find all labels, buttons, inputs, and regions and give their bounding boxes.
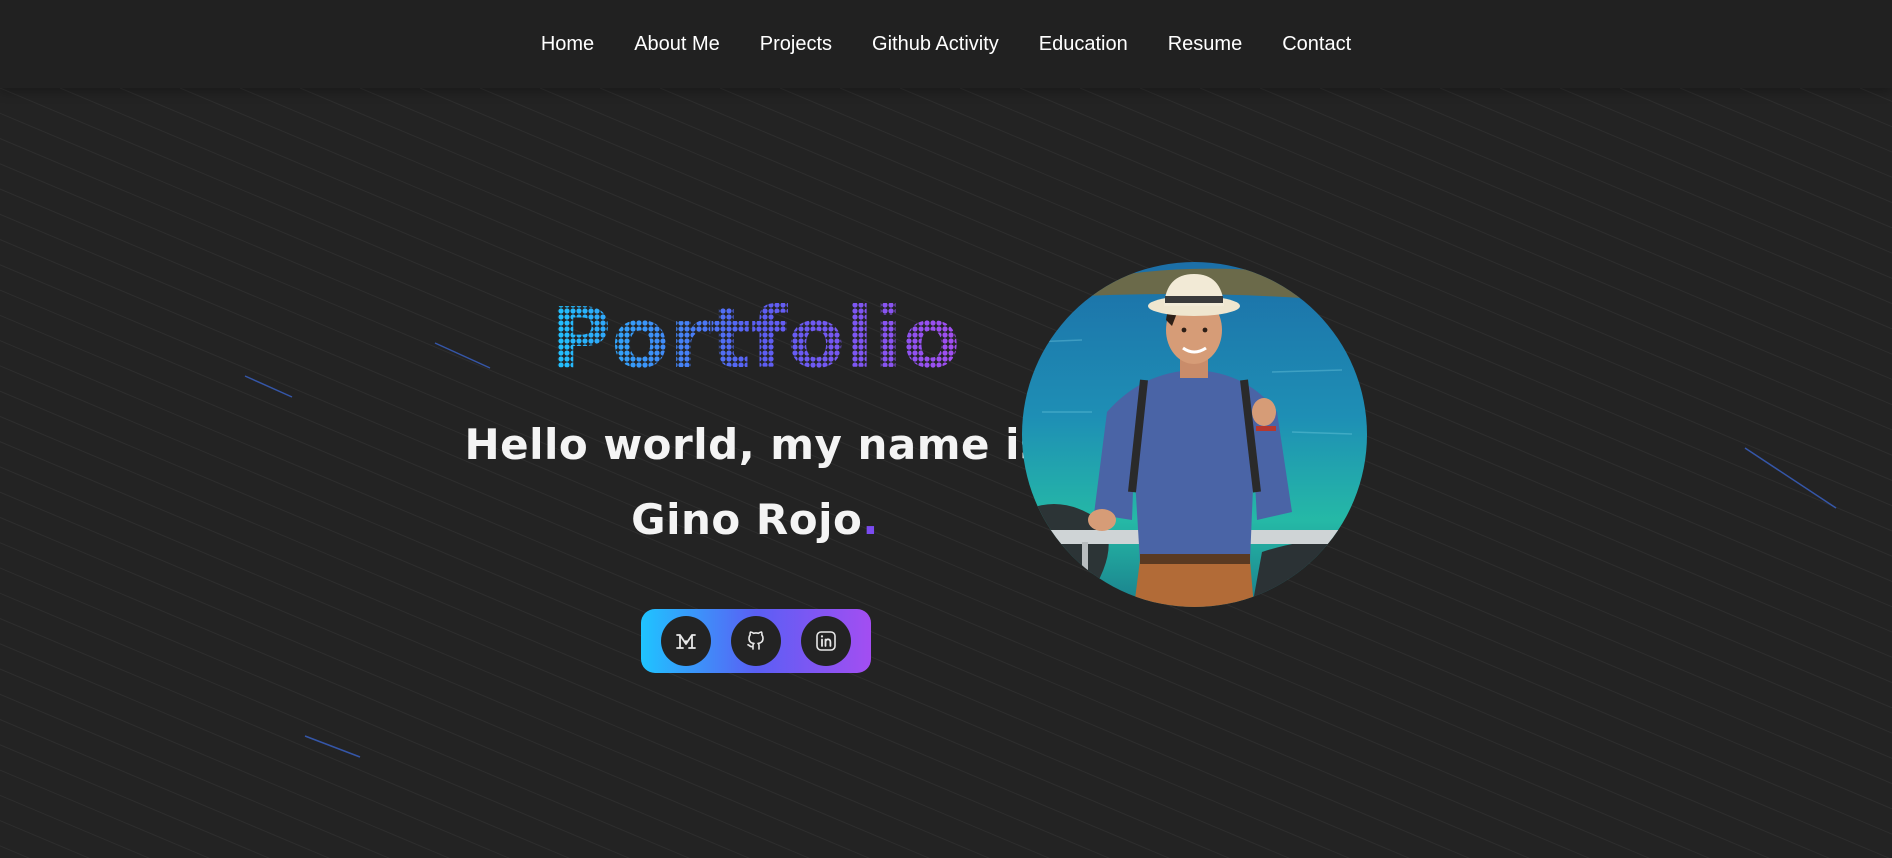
nav-link-github-activity[interactable]: Github Activity [872,33,999,56]
github-icon [747,631,764,650]
profile-photo-illustration [1022,262,1367,607]
medium-icon [676,634,696,649]
background-line [0,794,151,858]
nav-link-education[interactable]: Education [1039,33,1128,56]
background-line [1739,88,1892,153]
background-line [1679,88,1892,178]
medium-link[interactable] [661,616,711,666]
background-line [0,820,91,858]
nav-link-resume[interactable]: Resume [1168,33,1242,56]
portfolio-title: Portfolio [550,289,960,387]
background-line [0,719,331,858]
linkedin-icon [816,631,836,651]
nav-link-contact[interactable]: Contact [1282,33,1351,56]
name-text: Gino Rojo [631,495,863,544]
nav-link-home[interactable]: Home [541,33,594,56]
nav-link-projects[interactable]: Projects [760,33,832,56]
background-line [0,769,211,858]
hero-intro: Portfolio Hello world, my name is Gino R… [450,260,1060,700]
background-line [1439,88,1892,279]
background-line [0,668,451,858]
background-line [1859,88,1892,103]
linkedin-link[interactable] [801,616,851,666]
greeting-text: Hello world, my name is [464,420,1046,469]
navbar: Home About Me Projects Github Activity E… [0,0,1892,88]
social-links [641,609,871,673]
background-line [0,744,271,858]
background-line [1619,88,1892,204]
background-line [1319,88,1892,330]
name-accent-dot: . [862,495,879,544]
profile-photo [1022,262,1367,607]
github-link[interactable] [731,616,781,666]
background-line [1559,88,1892,229]
portfolio-title-text: Portfolio [550,289,960,387]
name-line: Gino Rojo. [450,495,1060,544]
background-line [0,693,391,858]
nav-link-about-me[interactable]: About Me [634,33,720,56]
nav-list: Home About Me Projects Github Activity E… [0,0,1892,88]
